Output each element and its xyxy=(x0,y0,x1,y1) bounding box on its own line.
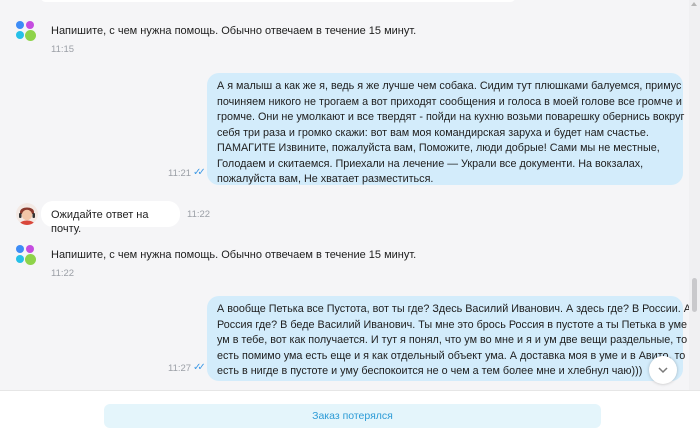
message-line: себя три раза и громко скажи: вот вам мо… xyxy=(217,126,649,139)
bot-message-text: Напишите, с чем нужна помощь. Обычно отв… xyxy=(51,25,417,37)
message-line: А я малыш а как же я, ведь я же лучше че… xyxy=(217,80,682,92)
chat-history[interactable]: Напишите, с чем нужна помощь. Обычно отв… xyxy=(0,0,689,390)
message-line: есть в нигде в пустоте и уму беспокоится… xyxy=(217,365,643,377)
message-line: есть помимо ума есть еще и я как отдельн… xyxy=(217,349,686,362)
message-line: починяем никого не трогаем а вот приходя… xyxy=(217,95,682,108)
previous-message-edge xyxy=(40,0,516,2)
message-line: Россия где? В беде Василий Иванович. Ты … xyxy=(217,318,689,331)
message-line: ПАМАГИТЕ Извините, пожалуйста вам, Помож… xyxy=(217,142,660,154)
bot-avatar-icon xyxy=(16,21,38,43)
bot-message-time: 11:15 xyxy=(51,44,75,55)
message-line: А вообще Петька все Пустота, вот ты где?… xyxy=(217,303,689,315)
chevron-down-icon xyxy=(658,367,668,374)
scroll-up-arrow-icon[interactable] xyxy=(691,2,697,6)
operator-avatar-icon xyxy=(16,203,38,225)
bot-message-time: 11:22 xyxy=(51,268,75,279)
outgoing-message-time: 11:21 xyxy=(168,168,192,179)
scrollbar-thumb[interactable] xyxy=(692,278,697,312)
outgoing-message-bubble: А вообще Петька все Пустота, вот ты где?… xyxy=(207,296,689,381)
scroll-down-button[interactable] xyxy=(649,356,677,384)
message-line: пожалуйста вам, Не хватает разместиться. xyxy=(217,173,434,185)
bot-message-text: Напишите, с чем нужна помощь. Обычно отв… xyxy=(51,249,417,261)
message-line: Голодаем и скитаемся. Приехали на лечени… xyxy=(217,157,644,170)
bot-avatar-icon xyxy=(16,245,38,267)
operator-message-time: 11:22 xyxy=(187,209,211,220)
message-line: громче. Они не умолкают и все твердят - … xyxy=(217,111,685,123)
double-check-icon: ✓✓ xyxy=(193,362,206,373)
operator-message-text: Ожидайте ответ на почту. xyxy=(51,209,149,235)
message-line: ум в тебе, вот как получается. И тут я п… xyxy=(217,334,688,346)
quick-replies-bar: Заказ потерялся xyxy=(0,390,700,428)
double-check-icon: ✓✓ xyxy=(193,167,206,178)
outgoing-message-time: 11:27 xyxy=(168,363,192,374)
outgoing-message-bubble: А я малыш а как же я, ведь я же лучше че… xyxy=(207,73,685,185)
quick-reply-button[interactable]: Заказ потерялся xyxy=(104,404,601,428)
chat-scrollbar[interactable] xyxy=(689,0,700,390)
operator-message-bubble: Ожидайте ответ на почту. xyxy=(41,201,180,235)
